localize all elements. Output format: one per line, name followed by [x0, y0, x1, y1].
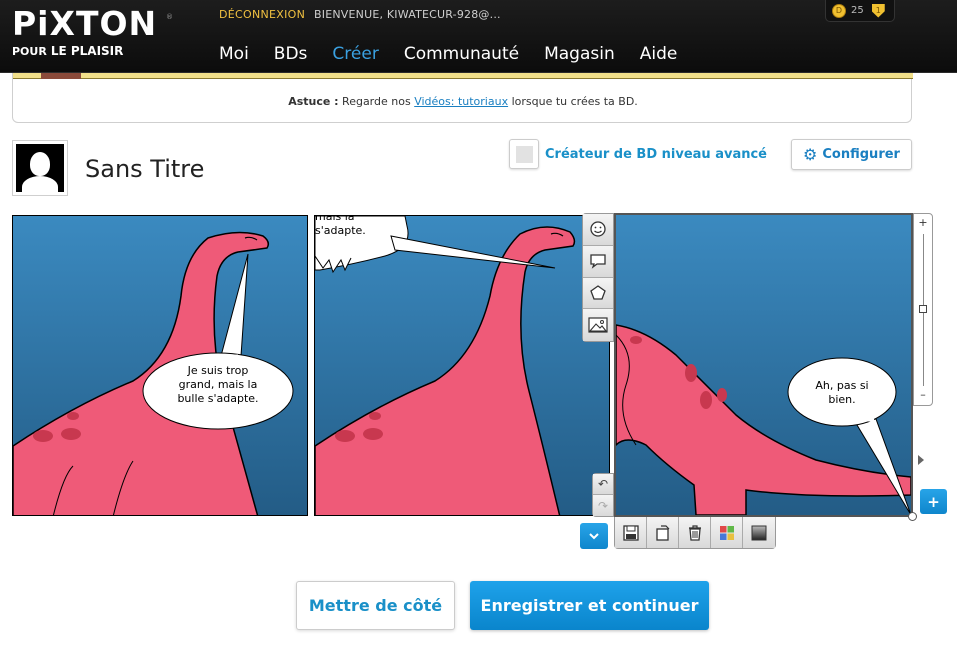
panel-bottom-toolbar	[614, 517, 776, 549]
scroll-right-arrow-icon[interactable]	[918, 455, 924, 465]
coin-count: 25	[851, 5, 864, 16]
redo-button[interactable]: ↷	[593, 495, 613, 516]
logo-trademark: ®	[166, 13, 173, 21]
panel-2-line-2: s'adapte.	[315, 224, 366, 237]
logo-sub-small: POUR	[12, 45, 47, 58]
comic-strip-edge	[13, 73, 913, 79]
tip-text-before: Regarde nos	[338, 95, 415, 108]
panel-3-line-2: bien.	[828, 393, 856, 406]
nav-communaute[interactable]: Communauté	[404, 44, 519, 64]
configure-label: Configurer	[822, 147, 900, 162]
save-aside-button[interactable]: Mettre de côté	[296, 581, 455, 630]
panel-gradient-button[interactable]	[743, 517, 775, 548]
tip-prefix: Astuce :	[288, 95, 339, 108]
avatar[interactable]	[12, 140, 68, 196]
logo-text: PiXTON	[12, 4, 158, 43]
save-and-continue-button[interactable]: Enregistrer et continuer	[470, 581, 709, 630]
advanced-label[interactable]: Créateur de BD niveau avancé	[545, 147, 767, 162]
welcome-text: BIENVENUE, KIWATECUR-928@...	[314, 8, 501, 21]
coin-balance[interactable]: D 25 1	[825, 0, 895, 22]
delete-panel-button[interactable]	[679, 517, 711, 548]
background-button[interactable]	[583, 309, 613, 341]
zoom-in-button[interactable]: +	[914, 216, 932, 229]
comic-panel-3-selected[interactable]: Ah, pas si bien.	[614, 213, 913, 517]
gradient-icon	[751, 525, 767, 540]
nav-moi[interactable]: Moi	[219, 44, 249, 64]
logout-link[interactable]: DÉCONNEXION	[219, 8, 305, 21]
chevron-down-icon	[589, 533, 599, 540]
trash-icon	[688, 524, 701, 541]
add-prop-button[interactable]	[583, 277, 613, 310]
nav-bds[interactable]: BDs	[274, 44, 308, 64]
add-panel-button[interactable]: +	[920, 489, 947, 514]
logo-subtitle: POUR LE PLAISIR	[12, 44, 123, 58]
avatar-silhouette-icon	[16, 144, 64, 192]
zoom-out-button[interactable]: –	[914, 388, 932, 401]
tip-box: Astuce : Regarde nos Vidéos: tutoriaux l…	[12, 73, 913, 123]
undo-button[interactable]: ↶	[593, 474, 613, 495]
add-speech-bubble-button[interactable]	[583, 245, 613, 278]
panel-1-bubble[interactable]: Je suis trop grand, mais la bulle s'adap…	[158, 364, 278, 406]
panel-tool-column	[582, 213, 614, 342]
save-panel-button[interactable]	[615, 517, 647, 548]
shield-badge-icon: 1	[871, 3, 885, 18]
panel-3-bubble[interactable]: Ah, pas si bien.	[796, 379, 888, 407]
coin-icon: D	[832, 3, 846, 18]
configure-button[interactable]: ⚙ Configurer	[791, 139, 912, 170]
panel-resize-handle[interactable]	[908, 512, 917, 521]
more-options-dropdown[interactable]	[580, 523, 608, 549]
main-nav: Moi BDs Créer Communauté Magasin Aide	[219, 44, 702, 64]
comic-panel-1[interactable]: Je suis trop grand, mais la bulle s'adap…	[12, 215, 308, 516]
comic-panel-2[interactable]: mais la s'adapte.	[314, 215, 610, 516]
advanced-creator-toggle[interactable]: Créateur de BD niveau avancé	[509, 139, 767, 169]
panel-1-line-1: Je suis trop	[187, 364, 249, 377]
panel-2-art	[315, 216, 576, 515]
pixton-logo[interactable]: PiXTON ® POUR LE PLAISIR	[12, 4, 182, 64]
undo-redo-group: ↶ ↷	[592, 473, 614, 517]
page-root: PiXTON ® POUR LE PLAISIR DÉCONNEXION BIEN…	[0, 0, 957, 650]
panel-2-bubble[interactable]: mais la s'adapte.	[315, 215, 379, 238]
tip-text: Astuce : Regarde nos Vidéos: tutoriaux l…	[13, 95, 913, 108]
tip-text-after: lorsque tu crées ta BD.	[508, 95, 638, 108]
floppy-disk-icon	[622, 524, 639, 541]
comic-title[interactable]: Sans Titre	[85, 155, 204, 183]
panel-1-line-2: grand, mais la	[178, 378, 258, 391]
nav-creer[interactable]: Créer	[332, 44, 378, 64]
copy-panel-button[interactable]	[647, 517, 679, 548]
top-header: PiXTON ® POUR LE PLAISIR DÉCONNEXION BIEN…	[0, 0, 957, 73]
zoom-knob[interactable]	[919, 305, 927, 313]
tutorial-videos-link[interactable]: Vidéos: tutoriaux	[414, 95, 508, 108]
panel-3-line-1: Ah, pas si	[815, 379, 869, 392]
add-character-button[interactable]	[583, 214, 613, 246]
advanced-checkbox[interactable]	[509, 139, 539, 169]
nav-aide[interactable]: Aide	[640, 44, 678, 64]
panel-1-line-3: bulle s'adapte.	[177, 392, 259, 405]
panel-color-button[interactable]	[711, 517, 743, 548]
pentagon-icon	[590, 285, 606, 300]
zoom-slider[interactable]: + –	[913, 213, 933, 406]
color-palette-icon	[719, 525, 734, 540]
nav-magasin[interactable]: Magasin	[544, 44, 615, 64]
smiley-icon	[590, 221, 606, 238]
gear-icon: ⚙	[803, 145, 818, 164]
copy-icon	[655, 524, 669, 541]
logo-sub-big: LE PLAISIR	[50, 44, 124, 58]
speech-bubble-icon	[590, 254, 606, 269]
panel-3-art	[616, 324, 911, 515]
panel-2-line-1: mais la	[315, 215, 355, 223]
landscape-icon	[588, 317, 608, 333]
